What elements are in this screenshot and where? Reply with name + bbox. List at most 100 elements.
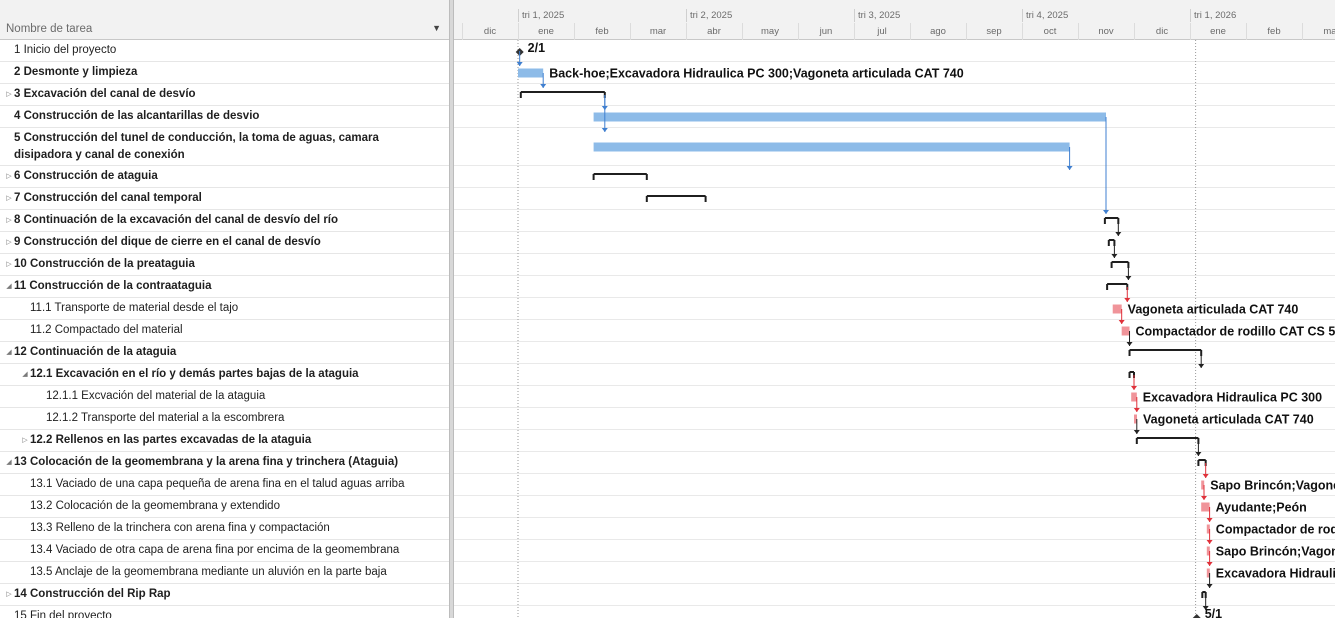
dependency-arrowhead — [1124, 298, 1131, 302]
task-name: 7 Construcción del canal temporal — [14, 192, 202, 204]
task-name: 13.1 Vaciado de una capa pequeña de aren… — [30, 478, 405, 490]
task-row[interactable]: 13.2 Colocación de la geomembrana y exte… — [0, 496, 449, 518]
task-name: 12 Continuación de la ataguia — [14, 346, 177, 358]
dependency-arrowhead — [1111, 254, 1118, 258]
task-name: 12.2 Rellenos en las partes excavadas de… — [30, 434, 312, 446]
task-name: 2 Desmonte y limpieza — [14, 66, 138, 78]
resource-label: Vagoneta articulada CAT 740 — [1128, 303, 1299, 317]
dependency-arrowhead — [1206, 584, 1213, 588]
task-name: 9 Construcción del dique de cierre en el… — [14, 236, 321, 248]
dependency-arrowhead — [1125, 276, 1132, 280]
dependency-arrowhead — [1198, 364, 1205, 368]
task-row[interactable]: ◢ 13 Colocación de la geomembrana y la ar… — [0, 452, 449, 474]
task-name: 13 Colocación de la geomembrana y la are… — [14, 456, 399, 468]
task-row[interactable]: 13.5 Anclaje de la geomembrana mediante … — [0, 562, 449, 584]
dependency-arrowhead — [1133, 408, 1140, 412]
task-name: 11.1 Transporte de material desde el taj… — [30, 302, 239, 314]
task-row[interactable]: ◢ 11 Construcción de la contraataguia — [0, 276, 449, 298]
task-row[interactable]: ▷ 8 Continuación de la excavación del can… — [0, 210, 449, 232]
task-name: 15 Fin del proyecto — [14, 610, 112, 618]
task-row[interactable]: 13.1 Vaciado de una capa pequeña de aren… — [0, 474, 449, 496]
dropdown-arrow-icon[interactable]: ▼ — [432, 23, 441, 33]
dependency-arrowhead — [1206, 540, 1213, 544]
column-header-label: Nombre de tarea — [6, 23, 93, 35]
task-row[interactable]: 2 Desmonte y limpieza — [0, 62, 449, 84]
task-row[interactable]: 1 Inicio del proyecto — [0, 40, 449, 62]
task-name-pane: Nombre de tarea ▼ 1 Inicio del proyecto 2… — [0, 0, 449, 618]
task-bar — [593, 112, 1106, 122]
task-name: 10 Construcción de la preataguia — [14, 258, 195, 270]
expand-collapse-icon[interactable]: ▷ — [4, 232, 14, 253]
resource-label: Ayudante;Peón — [1216, 501, 1307, 515]
task-row[interactable]: ▷ 12.2 Rellenos en las partes excavadas d… — [0, 430, 449, 452]
task-name: 11.2 Compactado del material — [30, 324, 183, 336]
expand-collapse-icon[interactable]: ◢ — [4, 452, 14, 473]
task-name: 6 Construcción de ataguia — [14, 170, 158, 182]
expand-collapse-icon[interactable]: ◢ — [4, 276, 14, 297]
critical-task-bar — [1121, 326, 1130, 336]
resource-label: Vagoneta articulada CAT 740 — [1143, 413, 1314, 427]
expand-collapse-icon[interactable]: ◢ — [20, 364, 30, 385]
dependency-arrowhead — [1133, 430, 1140, 434]
task-row[interactable]: 5 Construcción del tunel de conducción, … — [0, 128, 449, 166]
task-row[interactable]: 13.4 Vaciado de otra capa de arena fina … — [0, 540, 449, 562]
task-column-header[interactable]: Nombre de tarea ▼ — [0, 0, 449, 40]
task-row[interactable]: ▷ 14 Construcción del Rip Rap — [0, 584, 449, 606]
milestone-diamond — [1192, 614, 1201, 618]
expand-collapse-icon[interactable]: ▷ — [4, 254, 14, 275]
expand-collapse-icon[interactable]: ▷ — [4, 188, 14, 209]
task-name: 1 Inicio del proyecto — [14, 44, 117, 56]
dependency-arrowhead — [1126, 342, 1133, 346]
task-name: 13.3 Relleno de la trinchera con arena f… — [30, 522, 330, 534]
dependency-arrowhead — [1206, 518, 1213, 522]
task-row[interactable]: ◢ 12 Continuación de la ataguia — [0, 342, 449, 364]
task-row[interactable]: ▷ 9 Construcción del dique de cierre en e… — [0, 232, 449, 254]
task-row[interactable]: 13.3 Relleno de la trinchera con arena f… — [0, 518, 449, 540]
expand-collapse-icon[interactable]: ▷ — [20, 430, 30, 451]
milestone-label: 5/1 — [1205, 607, 1222, 618]
dependency-arrowhead — [1201, 496, 1207, 500]
resource-label: Compactador de rodi — [1216, 523, 1335, 537]
dependency-arrowhead — [1206, 562, 1213, 566]
dependency-arrowhead — [1195, 452, 1202, 456]
resource-label: Sapo Brincón;Vagoneta — [1210, 479, 1335, 493]
task-row[interactable]: ▷ 10 Construcción de la preataguia — [0, 254, 449, 276]
dependency-arrowhead — [1103, 210, 1109, 214]
task-name: 12.1.1 Excvación del material de la atag… — [46, 390, 266, 402]
task-row[interactable]: 11.2 Compactado del material — [0, 320, 449, 342]
task-row[interactable]: 12.1.2 Transporte del material a la esco… — [0, 408, 449, 430]
expand-collapse-icon[interactable]: ▷ — [4, 210, 14, 231]
dependency-arrowhead — [1115, 232, 1122, 236]
gantt-chart: Back-hoe;Excavadora Hidraulica PC 300;Va… — [454, 40, 1335, 618]
task-row[interactable]: ▷ 7 Construcción del canal temporal — [0, 188, 449, 210]
task-bar — [593, 142, 1070, 152]
task-row[interactable]: 11.1 Transporte de material desde el taj… — [0, 298, 449, 320]
expand-collapse-icon[interactable]: ▷ — [4, 166, 14, 187]
task-name: 13.4 Vaciado de otra capa de arena fina … — [30, 544, 400, 556]
dependency-arrowhead — [601, 128, 608, 132]
critical-task-bar — [1201, 502, 1210, 512]
dependency-arrowhead — [1118, 320, 1125, 324]
task-row[interactable]: 15 Fin del proyecto — [0, 606, 449, 618]
critical-task-bar — [1112, 304, 1122, 314]
task-name: 12.1 Excavación en el río y demás partes… — [30, 368, 359, 380]
gantt-chart-pane: tri 1, 2025 tri 2, 2025 tri 3, 2025 tri 4, … — [454, 0, 1335, 618]
task-row[interactable]: ▷ 6 Construcción de ataguia — [0, 166, 449, 188]
task-name: 13.5 Anclaje de la geomembrana mediante … — [30, 566, 387, 578]
expand-collapse-icon[interactable]: ▷ — [4, 584, 14, 605]
dependency-arrowhead — [1131, 386, 1137, 390]
expand-collapse-icon[interactable]: ◢ — [4, 342, 14, 363]
task-row[interactable]: ▷ 3 Excavación del canal de desvío — [0, 84, 449, 106]
dependency-arrowhead — [1066, 166, 1073, 170]
task-row[interactable]: 12.1.1 Excvación del material de la atag… — [0, 386, 449, 408]
dependency-arrowhead — [1202, 474, 1209, 478]
task-row[interactable]: ◢ 12.1 Excavación en el río y demás parte… — [0, 364, 449, 386]
milestone-label: 2/1 — [528, 41, 545, 55]
resource-label: Excavadora Hidraulic — [1216, 567, 1335, 581]
task-name: 8 Continuación de la excavación del cana… — [14, 214, 339, 226]
resource-label: Sapo Brincón;Vagone — [1216, 545, 1335, 559]
task-name: 5 Construcción del tunel de conducción, … — [14, 132, 379, 161]
resource-label: Compactador de rodillo CAT CS 5;T — [1136, 325, 1335, 339]
task-row[interactable]: 4 Construcción de las alcantarillas de d… — [0, 106, 449, 128]
expand-collapse-icon[interactable]: ▷ — [4, 84, 14, 105]
